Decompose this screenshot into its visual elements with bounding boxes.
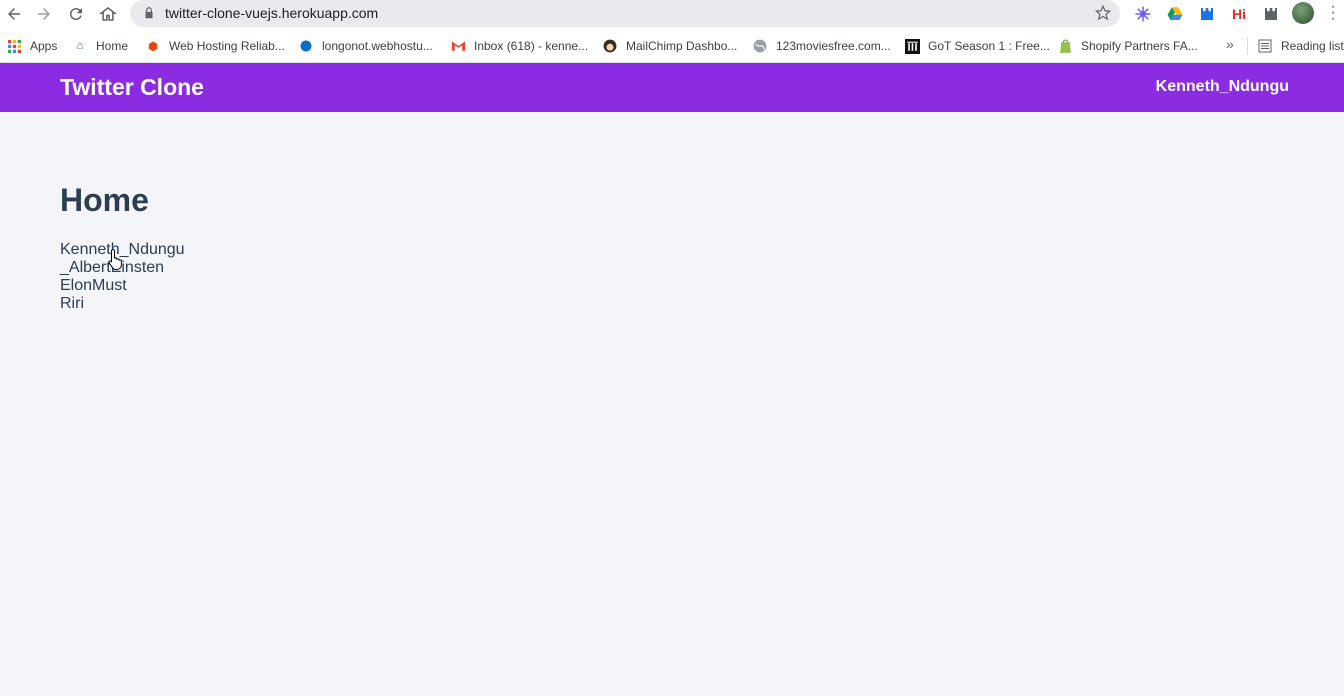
google-drive-icon[interactable] [1164,3,1186,25]
url-text: twitter-clone-vuejs.herokuapp.com [165,5,379,21]
browser-toolbar: twitter-clone-vuejs.herokuapp.com Hi · · · [0,0,1344,28]
home-icon [99,7,117,21]
reload-icon [69,8,82,21]
address-bar[interactable]: twitter-clone-vuejs.herokuapp.com [130,0,1120,27]
bookmark-label: 123moviesfree.com... [776,39,891,53]
gmail-icon [450,38,466,54]
bookmark-label: MailChimp Dashbo... [626,39,738,53]
more-bookmarks-button[interactable]: » [1226,36,1234,52]
hand-cursor-icon [108,248,122,270]
reading-list-button[interactable]: Reading list [1257,37,1344,55]
bookmark-home[interactable]: ⌂ Home [72,37,128,55]
back-button[interactable] [2,2,26,26]
reading-list-label: Reading list [1281,39,1344,53]
bookmark-label: Home [96,39,129,53]
reload-button[interactable] [64,2,88,26]
browser-menu-icon[interactable]: · · · [1328,0,1338,27]
profile-avatar[interactable] [1292,2,1314,24]
user-list-item[interactable]: ElonMust [60,277,185,295]
bookmarks-divider [1247,37,1248,55]
app-header: Twitter Clone Kenneth_Ndungu [0,63,1344,112]
hosting-icon: ⬢ [148,40,158,53]
globe-blue-icon [298,38,314,54]
bookmark-web-hosting[interactable]: ⬢ Web Hosting Reliab... [145,37,285,55]
forward-button[interactable] [32,2,56,26]
bookmark-shopify[interactable]: Shopify Partners FA... [1057,37,1198,55]
bookmark-got[interactable]: GoT Season 1 : Free... [904,37,1050,55]
bookmarks-bar: Apps ⌂ Home ⬢ Web Hosting Reliab... long… [0,28,1344,63]
current-user-link[interactable]: Kenneth_Ndungu [1156,78,1289,96]
hi-extension-icon[interactable]: Hi [1228,3,1250,25]
extensions-puzzle-icon[interactable] [1260,3,1282,25]
extension-spark-icon[interactable] [1132,3,1154,25]
bookmark-label: Shopify Partners FA... [1081,39,1198,53]
bookmark-label: Apps [30,39,58,53]
bookmark-label: Web Hosting Reliab... [169,39,285,53]
lock-icon [145,7,153,19]
user-list-item[interactable]: Riri [60,295,185,313]
bookmark-longonot[interactable]: longonot.webhostu... [298,37,433,55]
bookmark-label: Inbox (618) - kenne... [474,39,589,53]
bookmark-123movies[interactable]: 123moviesfree.com... [752,37,891,55]
shopify-icon [1057,38,1073,54]
reading-list-icon [1257,38,1273,54]
archive-icon [904,38,920,54]
apps-grid-icon [6,38,22,54]
bookmark-gmail[interactable]: Inbox (618) - kenne... [450,37,588,55]
globe-icon [752,38,768,54]
bookmark-label: longonot.webhostu... [322,39,433,53]
brand-title[interactable]: Twitter Clone [60,74,204,101]
page-title: Home [60,182,149,218]
bookmark-label: GoT Season 1 : Free... [928,39,1050,53]
back-arrow-icon [8,8,20,20]
bookmark-apps[interactable]: Apps [6,37,57,55]
home-button[interactable] [96,2,120,26]
home-bookmark-icon: ⌂ [76,40,84,52]
bookmark-star-icon[interactable] [1094,4,1112,22]
extension-puzzle-blue-icon[interactable] [1196,3,1218,25]
mailchimp-icon [602,38,618,54]
bookmark-mailchimp[interactable]: MailChimp Dashbo... [602,37,737,55]
forward-arrow-icon [38,8,50,20]
